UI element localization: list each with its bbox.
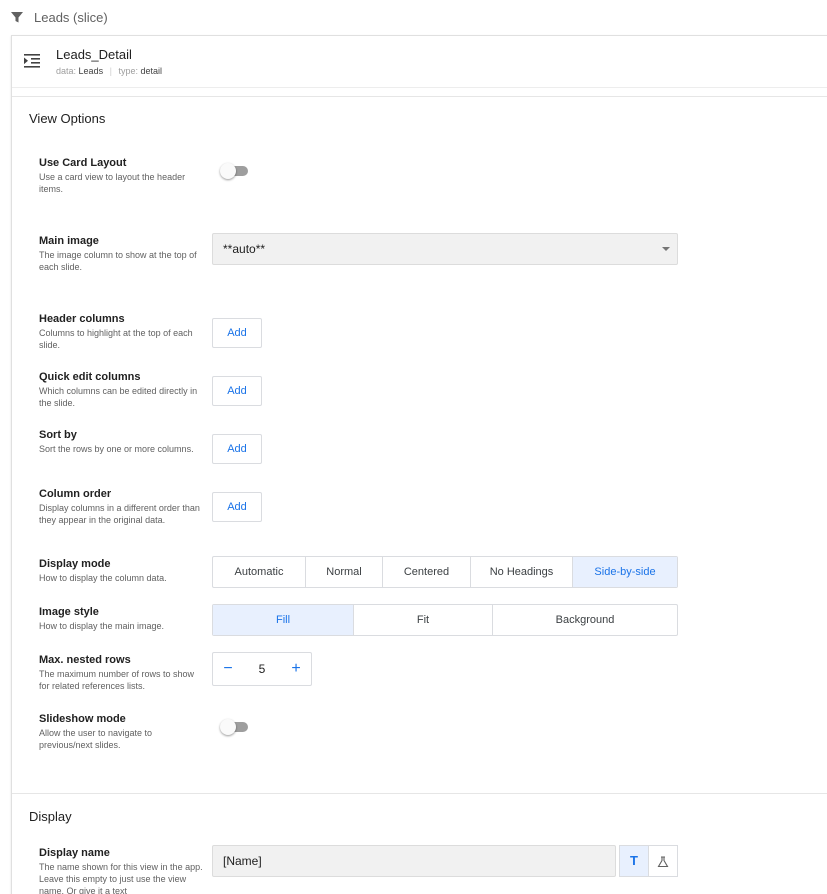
view-header[interactable]: Leads_Detail data: Leads | type: detail [12,36,827,88]
main-image-value: **auto** [223,242,266,256]
setting-description: How to display the column data. [39,573,167,583]
max-nested-rows-value[interactable]: 5 [243,662,281,676]
column-order-setting: Column order Display columns in a differ… [39,487,204,526]
display-mode-option-centered[interactable]: Centered [383,557,471,587]
setting-title: Header columns [39,313,125,325]
display-mode-segmented-control: Automatic Normal Centered No Headings Si… [212,556,678,588]
setting-title: Max. nested rows [39,654,131,666]
toggle-knob [220,163,236,179]
image-style-option-fill[interactable]: Fill [213,605,354,635]
decrement-button[interactable]: − [213,653,243,685]
setting-description: Use a card view to layout the header ite… [39,172,186,194]
flask-icon [657,856,669,867]
main-image-setting: Main image The image column to show at t… [39,234,204,273]
setting-title: Slideshow mode [39,713,126,725]
quick-edit-columns-add-button[interactable]: Add [212,376,262,406]
detail-view-icon [24,54,40,68]
main-image-select[interactable]: **auto** [212,233,678,265]
sort-by-add-button[interactable]: Add [212,434,262,464]
view-type-value: detail [140,66,162,76]
text-mode-button[interactable]: T [619,845,649,877]
setting-title: Main image [39,235,99,247]
expression-mode-button[interactable] [648,845,678,877]
slideshow-mode-setting: Slideshow mode Allow the user to navigat… [39,712,204,751]
view-data-label: data: [56,66,77,76]
setting-description: The name shown for this view in the app.… [39,862,203,894]
header-columns-add-button[interactable]: Add [212,318,262,348]
display-mode-setting: Display mode How to display the column d… [39,557,204,584]
setting-title: Column order [39,488,112,500]
display-section-title: Display [29,809,72,824]
view-name: Leads_Detail [56,47,132,62]
view-type-label: type: [118,66,138,76]
setting-title: Use Card Layout [39,157,127,169]
dropdown-caret-icon [662,247,670,251]
use-card-layout-toggle[interactable] [220,163,250,179]
slideshow-mode-toggle[interactable] [220,719,250,735]
max-nested-rows-stepper: − 5 + [212,652,312,686]
column-order-add-button[interactable]: Add [212,492,262,522]
setting-title: Display name [39,847,110,859]
section-divider [12,96,827,97]
setting-description: Columns to highlight at the top of each … [39,328,193,350]
view-meta: data: Leads | type: detail [56,66,162,76]
sort-by-setting: Sort by Sort the rows by one or more col… [39,428,204,455]
display-mode-option-automatic[interactable]: Automatic [213,557,306,587]
setting-description: The image column to show at the top of e… [39,250,197,272]
setting-title: Image style [39,606,99,618]
header-columns-setting: Header columns Columns to highlight at t… [39,312,204,351]
setting-description: Which columns can be edited directly in … [39,386,198,408]
view-options-title: View Options [29,111,106,126]
image-style-setting: Image style How to display the main imag… [39,605,204,632]
image-style-option-fit[interactable]: Fit [354,605,493,635]
filter-icon [11,12,23,23]
setting-title: Sort by [39,429,77,441]
breadcrumb-title[interactable]: Leads (slice) [34,10,108,25]
image-style-option-background[interactable]: Background [493,605,677,635]
increment-button[interactable]: + [281,653,311,685]
setting-title: Quick edit columns [39,371,141,383]
toggle-knob [220,719,236,735]
display-mode-option-normal[interactable]: Normal [306,557,383,587]
breadcrumb: Leads (slice) [0,0,827,34]
max-nested-rows-setting: Max. nested rows The maximum number of r… [39,653,204,692]
view-data-value: Leads [78,66,104,76]
display-mode-option-no-headings[interactable]: No Headings [471,557,573,587]
setting-description: Allow the user to navigate to previous/n… [39,728,153,750]
quick-edit-columns-setting: Quick edit columns Which columns can be … [39,370,204,409]
section-divider [12,793,827,794]
setting-description: Display columns in a different order tha… [39,503,200,525]
setting-title: Display mode [39,558,111,570]
setting-description: How to display the main image. [39,621,165,631]
display-name-input[interactable]: [Name] [212,845,616,877]
use-card-layout-setting: Use Card Layout Use a card view to layou… [39,156,204,195]
setting-description: The maximum number of rows to show for r… [39,669,195,691]
display-name-setting: Display name The name shown for this vie… [39,846,204,894]
image-style-segmented-control: Fill Fit Background [212,604,678,636]
display-mode-option-side-by-side[interactable]: Side-by-side [573,557,677,587]
meta-separator: | [109,66,112,76]
setting-description: Sort the rows by one or more columns. [39,444,194,454]
view-editor-panel: Leads_Detail data: Leads | type: detail … [11,35,827,894]
